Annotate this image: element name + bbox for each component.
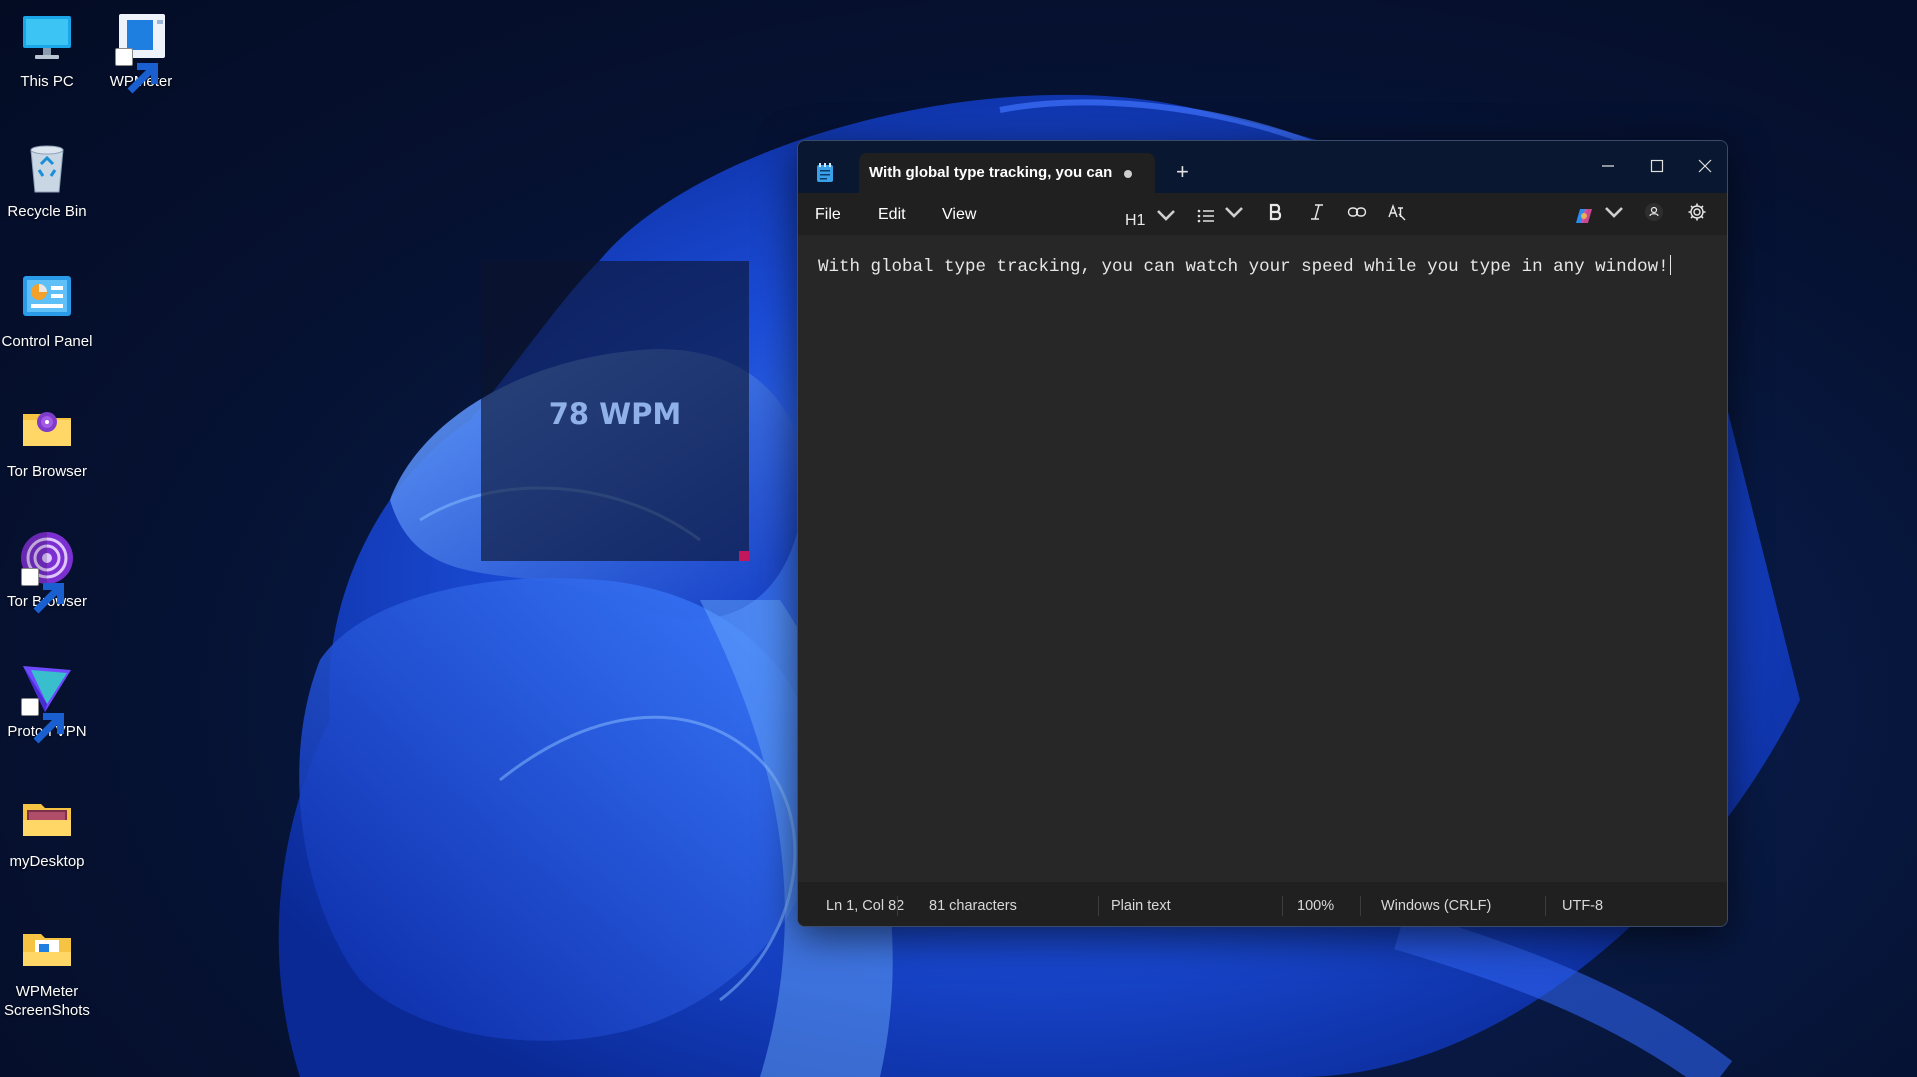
wpm-value: 78 WPM: [548, 397, 682, 431]
folder-icon: [19, 920, 75, 976]
monitor-icon: [19, 10, 75, 66]
desktop-icon-this-pc[interactable]: This PC: [0, 10, 94, 91]
desktop-icon-tor-browser-folder[interactable]: Tor Browser: [0, 400, 94, 481]
chevron-down-icon: [1156, 210, 1175, 221]
settings-button[interactable]: [1687, 202, 1707, 226]
desktop-icon-mydesktop[interactable]: myDesktop: [0, 790, 94, 871]
wpm-resize-handle[interactable]: [739, 551, 749, 561]
copilot-dropdown[interactable]: [1574, 202, 1624, 226]
control-panel-icon: [19, 270, 75, 326]
editor-content: With global type tracking, you can watch…: [818, 257, 1669, 277]
notepad-app-icon: [817, 163, 833, 182]
chevron-down-icon: [1225, 207, 1244, 218]
heading-dropdown[interactable]: H1: [1125, 205, 1176, 229]
menu-view[interactable]: View: [942, 206, 976, 224]
zoom-level[interactable]: 100%: [1297, 898, 1334, 914]
italic-button[interactable]: [1307, 202, 1327, 226]
desktop-icon-recycle-bin[interactable]: Recycle Bin: [0, 140, 94, 221]
folder-icon: [19, 790, 75, 846]
folder-icon: [19, 400, 75, 456]
bold-button[interactable]: [1266, 202, 1286, 226]
list-dropdown[interactable]: [1196, 202, 1244, 226]
status-bar: Ln 1, Col 82 81 characters Plain text 10…: [798, 886, 1727, 926]
desktop-icon-proton-vpn[interactable]: Proton VPN: [0, 660, 94, 744]
menu-edit[interactable]: Edit: [878, 206, 906, 224]
line-ending[interactable]: Windows (CRLF): [1381, 898, 1491, 914]
desktop-icon-control-panel[interactable]: Control Panel: [0, 270, 94, 351]
minimize-button[interactable]: [1585, 151, 1631, 181]
copilot-icon: [1576, 209, 1592, 223]
unsaved-indicator-icon[interactable]: [1124, 170, 1132, 178]
chevron-down-icon: [1605, 207, 1624, 218]
wpmeter-app-icon: [113, 10, 169, 94]
desktop-icon-label: WPMeter ScreenShots: [4, 983, 90, 1019]
text-caret: [1669, 255, 1671, 275]
cursor-position: Ln 1, Col 82: [826, 898, 905, 914]
text-editor[interactable]: With global type tracking, you can watch…: [798, 235, 1727, 882]
close-button[interactable]: [1682, 151, 1727, 181]
shortcut-arrow-icon: [21, 698, 64, 744]
bullet-list-icon: [1197, 209, 1214, 223]
shortcut-arrow-icon: [21, 568, 64, 614]
desktop-icon-label: myDesktop: [9, 853, 85, 870]
shortcut-arrow-icon: [115, 48, 158, 94]
bold-icon: [1269, 203, 1282, 221]
link-button[interactable]: [1347, 202, 1367, 226]
minimize-icon: [1602, 165, 1614, 167]
status-divider: [1098, 896, 1099, 916]
text-format[interactable]: Plain text: [1111, 898, 1171, 914]
recycle-bin-icon: [19, 140, 75, 196]
title-bar[interactable]: With global type tracking, you can +: [798, 141, 1727, 193]
account-icon: [1645, 203, 1663, 221]
new-tab-button[interactable]: +: [1176, 161, 1189, 183]
desktop-icon-label: Tor Browser: [6, 463, 88, 480]
notepad-window: With global type tracking, you can + Fil…: [797, 140, 1728, 927]
clear-formatting-icon: [1388, 203, 1406, 221]
menu-bar: File Edit View H1: [798, 193, 1727, 235]
document-tab[interactable]: With global type tracking, you can: [859, 153, 1155, 193]
italic-icon: [1311, 204, 1323, 220]
status-divider: [1360, 896, 1361, 916]
heading-label: H1: [1125, 212, 1146, 229]
proton-vpn-icon: [19, 660, 75, 744]
menu-file[interactable]: File: [815, 206, 841, 224]
desktop-icon-label: This PC: [20, 73, 74, 90]
desktop-icon-wpmeter-screenshots[interactable]: WPMeter ScreenShots: [0, 920, 94, 1020]
status-divider: [1282, 896, 1283, 916]
maximize-button[interactable]: [1634, 151, 1680, 181]
gear-icon: [1688, 203, 1706, 221]
desktop-icon-label: Recycle Bin: [7, 203, 87, 220]
clear-formatting-button[interactable]: [1387, 202, 1407, 226]
status-divider: [897, 896, 898, 916]
link-icon: [1347, 207, 1367, 217]
close-icon: [1698, 159, 1712, 173]
desktop-icon-wpmeter[interactable]: WPMeter: [94, 10, 188, 94]
desktop-icon-label: Control Panel: [1, 333, 93, 350]
desktop: This PC WPMeter Recycle Bin Control Pane…: [0, 0, 1917, 1077]
desktop-icon-tor-browser[interactable]: Tor Browser: [0, 530, 94, 614]
status-divider: [1545, 896, 1546, 916]
tor-browser-icon: [19, 530, 75, 614]
encoding[interactable]: UTF-8: [1562, 898, 1603, 914]
account-button[interactable]: [1644, 202, 1664, 226]
tab-title: With global type tracking, you can: [869, 164, 1113, 181]
wpm-overlay[interactable]: 78 WPM: [481, 261, 749, 561]
character-count: 81 characters: [929, 898, 1017, 914]
maximize-icon: [1650, 159, 1664, 173]
